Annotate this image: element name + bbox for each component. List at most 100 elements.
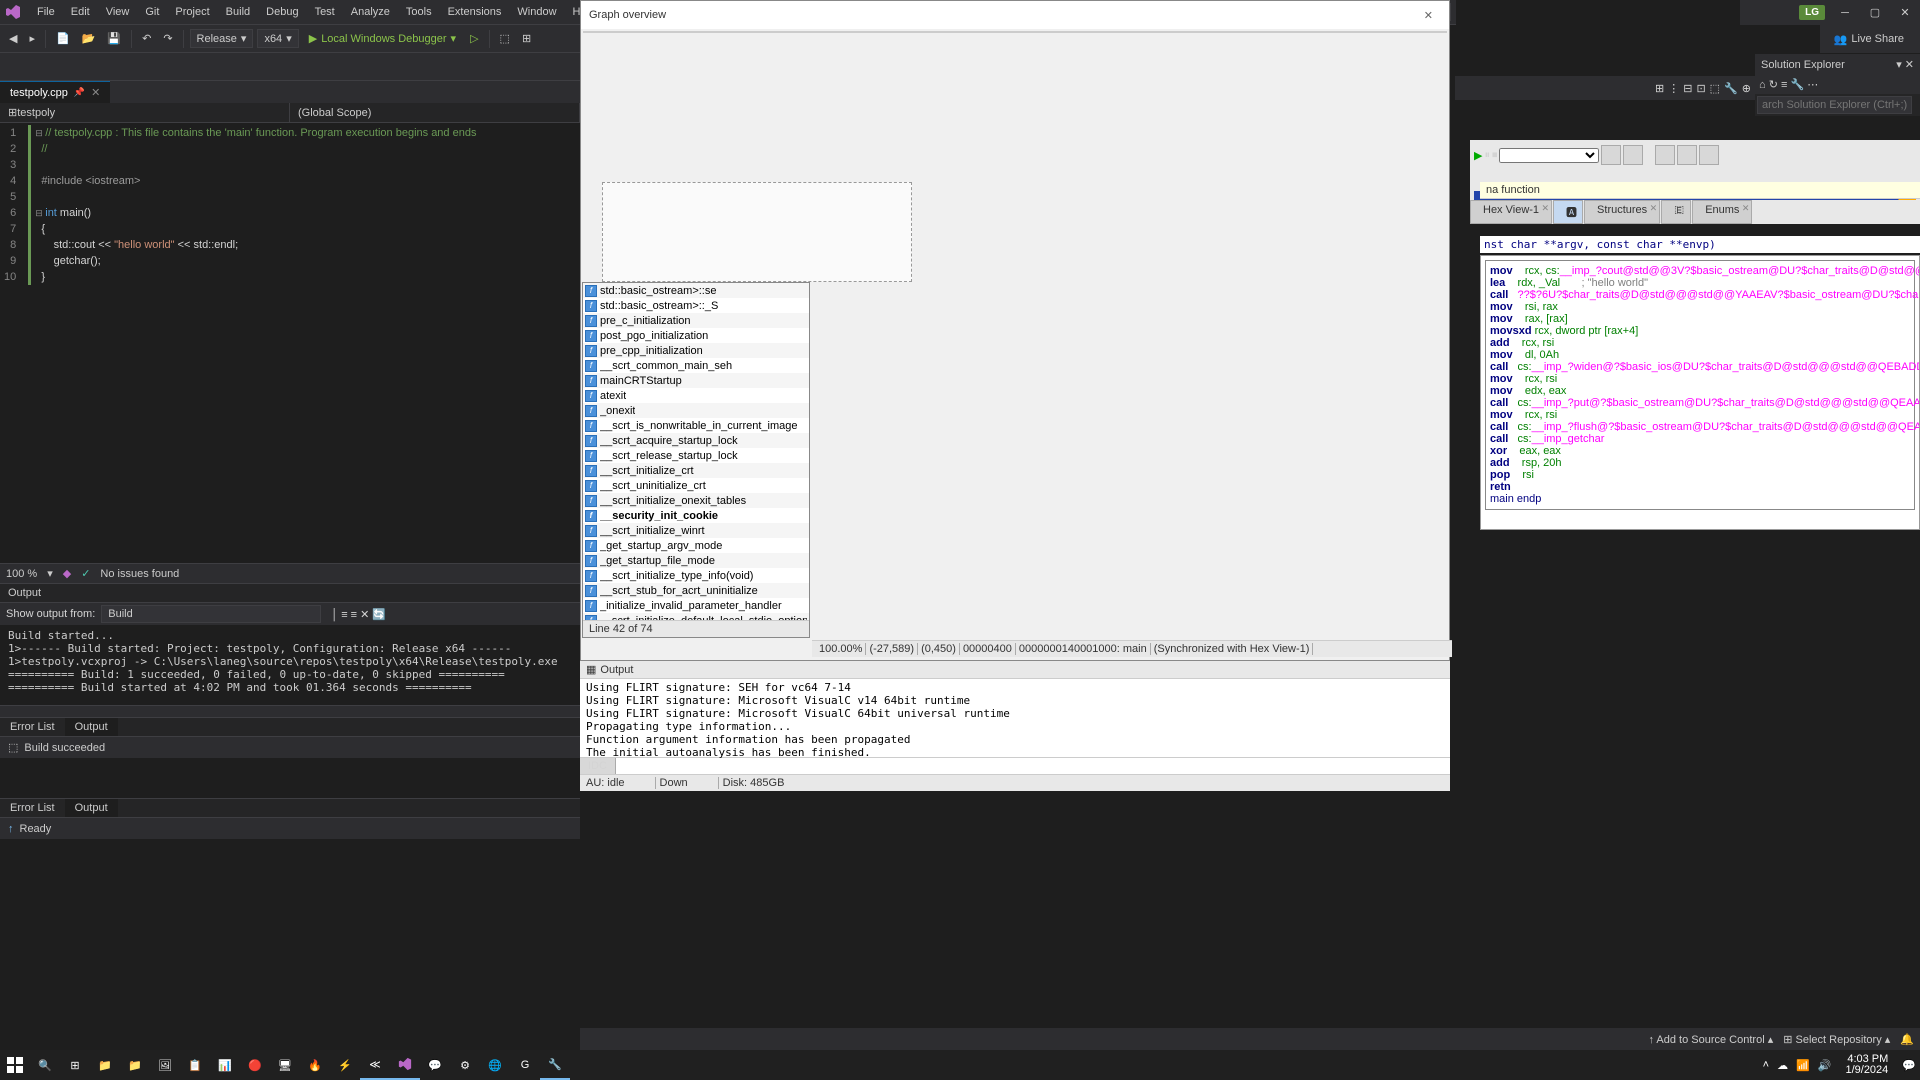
menu-debug[interactable]: Debug	[258, 0, 306, 24]
ida-icon[interactable]: 🔧	[540, 1050, 570, 1080]
ida-tb-icon[interactable]	[1699, 145, 1719, 165]
ida-tb-icon[interactable]	[1601, 145, 1621, 165]
tab-output-2[interactable]: Output	[65, 799, 118, 817]
menu-test[interactable]: Test	[307, 0, 343, 24]
zoom-level[interactable]: 100 %	[6, 568, 37, 580]
menu-edit[interactable]: Edit	[63, 0, 98, 24]
tab-close-icon[interactable]: ✕	[91, 86, 100, 99]
func-item[interactable]: fstd::basic_ostream>::se	[583, 283, 809, 298]
system-tray[interactable]: ˄ ☁ 📶 🔊 4:03 PM 1/9/2024 💬	[1763, 1054, 1920, 1076]
volume-icon[interactable]: 🔊	[1818, 1059, 1832, 1072]
func-item[interactable]: f__scrt_initialize_onexit_tables	[583, 493, 809, 508]
nav-fwd-icon[interactable]: ▸	[25, 30, 39, 47]
maximize-button[interactable]: ▢	[1860, 2, 1890, 24]
app-icon[interactable]: 🖼	[150, 1050, 180, 1080]
func-item[interactable]: f__security_init_cookie	[583, 508, 809, 523]
menu-file[interactable]: File	[29, 0, 63, 24]
menu-extensions[interactable]: Extensions	[440, 0, 510, 24]
notif-icon[interactable]: 🔔	[1900, 1033, 1914, 1046]
menu-build[interactable]: Build	[218, 0, 258, 24]
discord-icon[interactable]: 💬	[420, 1050, 450, 1080]
app-icon[interactable]: 🔥	[300, 1050, 330, 1080]
tray-chevron-icon[interactable]: ˄	[1763, 1059, 1769, 1071]
tab-error-list[interactable]: Error List	[0, 718, 65, 736]
chrome-icon[interactable]: 🌐	[480, 1050, 510, 1080]
func-item[interactable]: fstd::basic_ostream>::_S	[583, 298, 809, 313]
pin-icon[interactable]: 📌	[74, 87, 85, 98]
clock[interactable]: 4:03 PM 1/9/2024	[1839, 1054, 1894, 1076]
graph-node[interactable]	[602, 182, 912, 282]
start-nodebug-icon[interactable]: ▷	[466, 30, 482, 47]
ida-tb-icon[interactable]	[1677, 145, 1697, 165]
platform-dropdown[interactable]: x64 ▾	[257, 29, 298, 48]
func-item[interactable]: f_onexit	[583, 403, 809, 418]
start-debug-button[interactable]: ▶ Local Windows Debugger ▾	[303, 30, 462, 47]
ida-window-title[interactable]: Graph overview ✕	[581, 1, 1449, 29]
nav-project[interactable]: ⊞ testpoly	[0, 103, 290, 122]
func-item[interactable]: fpost_pgo_initialization	[583, 328, 809, 343]
tab-error-list-2[interactable]: Error List	[0, 799, 65, 817]
func-item[interactable]: fmainCRTStartup	[583, 373, 809, 388]
nav-scope[interactable]: (Global Scope)	[290, 103, 580, 122]
editor-tab[interactable]: testpoly.cpp 📌 ✕	[0, 81, 110, 103]
live-share-button[interactable]: 👥 Live Share	[1826, 31, 1912, 48]
task-view-icon[interactable]: ⊞	[60, 1050, 90, 1080]
undo-icon[interactable]: ↶	[138, 30, 155, 47]
output-source-dropdown[interactable]: Build	[101, 605, 321, 623]
func-item[interactable]: f__scrt_release_startup_lock	[583, 448, 809, 463]
ida-tb-icon[interactable]	[1623, 145, 1643, 165]
func-item[interactable]: fpre_cpp_initialization	[583, 343, 809, 358]
idc-input[interactable]	[616, 758, 1450, 774]
add-source-control[interactable]: ↑ Add to Source Control ▴	[1648, 1033, 1773, 1046]
code-editor[interactable]: 12345678910 ⊟// testpoly.cpp : This file…	[0, 123, 580, 563]
ida-debugger-select[interactable]	[1499, 148, 1599, 163]
vscode-icon[interactable]: ≪	[360, 1050, 390, 1080]
ida-tab-enums[interactable]: Enums✕	[1692, 200, 1752, 224]
nav-back-icon[interactable]: ◀	[5, 30, 21, 47]
app-icon[interactable]: ⚡	[330, 1050, 360, 1080]
menu-view[interactable]: View	[98, 0, 138, 24]
solution-explorer-toolbar[interactable]: ⌂ ↻ ≡ 🔧 ⋯	[1755, 75, 1920, 94]
onedrive-icon[interactable]: ☁	[1777, 1059, 1788, 1072]
app-icon[interactable]: G	[510, 1050, 540, 1080]
func-item[interactable]: f__scrt_is_nonwritable_in_current_image	[583, 418, 809, 433]
start-button[interactable]	[0, 1050, 30, 1080]
tb-icon[interactable]: ⊞	[518, 30, 535, 47]
ida-stop-icon[interactable]: ⏹	[1492, 149, 1498, 162]
select-repository[interactable]: ⊞ Select Repository ▴	[1783, 1033, 1890, 1046]
func-item[interactable]: fatexit	[583, 388, 809, 403]
tb-icon[interactable]: ⊞	[1655, 82, 1664, 95]
explorer-icon[interactable]: 📁	[120, 1050, 150, 1080]
func-item[interactable]: f_get_startup_argv_mode	[583, 538, 809, 553]
menu-tools[interactable]: Tools	[398, 0, 440, 24]
func-item[interactable]: f__scrt_common_main_seh	[583, 358, 809, 373]
config-dropdown[interactable]: Release ▾	[190, 29, 254, 48]
steam-icon[interactable]: ⚙	[450, 1050, 480, 1080]
redo-icon[interactable]: ↷	[159, 30, 176, 47]
network-icon[interactable]: 📶	[1796, 1059, 1810, 1072]
ida-tab-e[interactable]: 🇪	[1661, 200, 1691, 224]
solution-search[interactable]	[1757, 96, 1912, 114]
menu-project[interactable]: Project	[167, 0, 217, 24]
func-item[interactable]: f_get_startup_file_mode	[583, 553, 809, 568]
func-item[interactable]: fpre_c_initialization	[583, 313, 809, 328]
func-item[interactable]: f__scrt_uninitialize_crt	[583, 478, 809, 493]
new-file-icon[interactable]: 📄	[52, 30, 74, 47]
func-item[interactable]: f__scrt_stub_for_acrt_uninitialize	[583, 583, 809, 598]
menu-window[interactable]: Window	[509, 0, 564, 24]
app-icon[interactable]: 🔴	[240, 1050, 270, 1080]
app-icon[interactable]: 📊	[210, 1050, 240, 1080]
search-icon[interactable]: 🔍	[30, 1050, 60, 1080]
output-text[interactable]: Build started... 1>------ Build started:…	[0, 625, 580, 705]
ida-output-text[interactable]: Using FLIRT signature: SEH for vc64 7-14…	[580, 679, 1450, 757]
user-badge[interactable]: LG	[1799, 5, 1825, 20]
ida-disasm-view[interactable]: mov rcx, cs:__imp_?cout@std@@3V?$basic_o…	[1480, 255, 1920, 530]
func-item[interactable]: f__scrt_acquire_startup_lock	[583, 433, 809, 448]
ida-tab-structures[interactable]: Structures✕	[1584, 200, 1660, 224]
ida-tab-a[interactable]: 🅰	[1553, 200, 1583, 224]
close-button[interactable]: ✕	[1890, 2, 1920, 24]
app-icon[interactable]: 🖥	[270, 1050, 300, 1080]
vs-icon[interactable]	[390, 1050, 420, 1080]
func-item[interactable]: f_initialize_invalid_parameter_handler	[583, 598, 809, 613]
ida-pause-icon[interactable]: ⏸	[1484, 149, 1490, 162]
